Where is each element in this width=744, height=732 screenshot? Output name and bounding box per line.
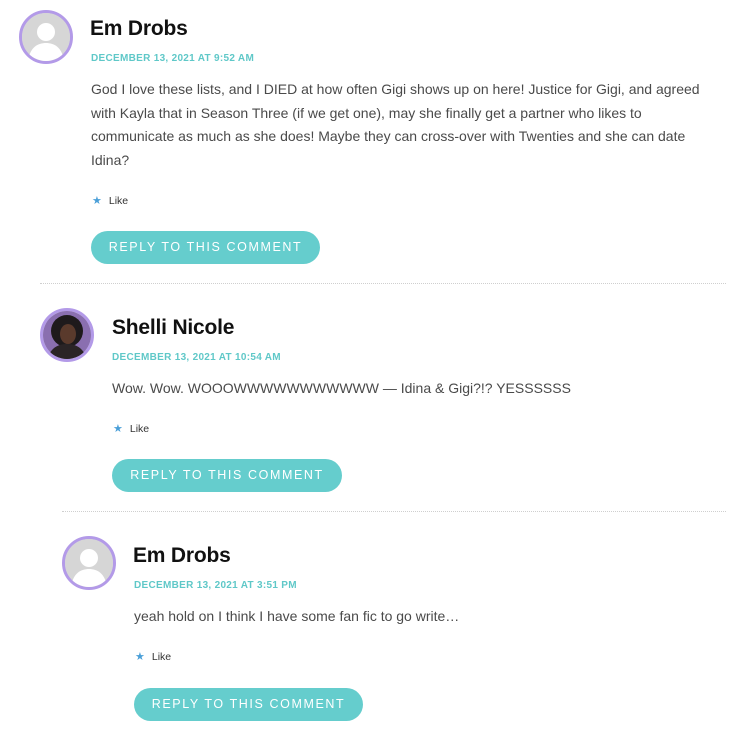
like-button[interactable]: ★ Like [135,651,171,663]
avatar-shelli-nicole[interactable] [40,308,94,362]
user-photo-icon [43,311,91,359]
reply-button[interactable]: REPLY TO THIS COMMENT [112,459,342,492]
comment-date[interactable]: DECEMBER 13, 2021 AT 10:54 AM [112,352,281,363]
like-button[interactable]: ★ Like [92,195,128,207]
comment-text: God I love these lists, and I DIED at ho… [91,81,700,168]
comment-text: Wow. Wow. WOOOWWWWWWWWWWW — Idina & Gigi… [112,380,571,396]
comment-date[interactable]: DECEMBER 13, 2021 AT 9:52 AM [91,53,254,64]
comment-author[interactable]: Shelli Nicole [112,316,234,340]
reply-button[interactable]: REPLY TO THIS COMMENT [91,231,320,264]
reply-button[interactable]: REPLY TO THIS COMMENT [134,688,363,721]
comment-author[interactable]: Em Drobs [90,17,188,41]
avatar-em-drobs[interactable] [62,536,116,590]
comment-author[interactable]: Em Drobs [133,544,231,568]
comment-date[interactable]: DECEMBER 13, 2021 AT 3:51 PM [134,580,297,591]
like-button[interactable]: ★ Like [113,423,149,435]
comment-divider [40,283,726,284]
default-avatar-icon [22,13,70,61]
comment-text: yeah hold on I think I have some fan fic… [134,608,460,624]
comment-divider [62,511,726,512]
star-icon: ★ [92,194,102,207]
like-label: Like [108,195,129,207]
like-label: Like [129,423,150,435]
avatar-em-drobs[interactable] [19,10,73,64]
like-label: Like [151,651,172,663]
default-avatar-icon [65,539,113,587]
star-icon: ★ [135,650,145,663]
star-icon: ★ [113,422,123,435]
